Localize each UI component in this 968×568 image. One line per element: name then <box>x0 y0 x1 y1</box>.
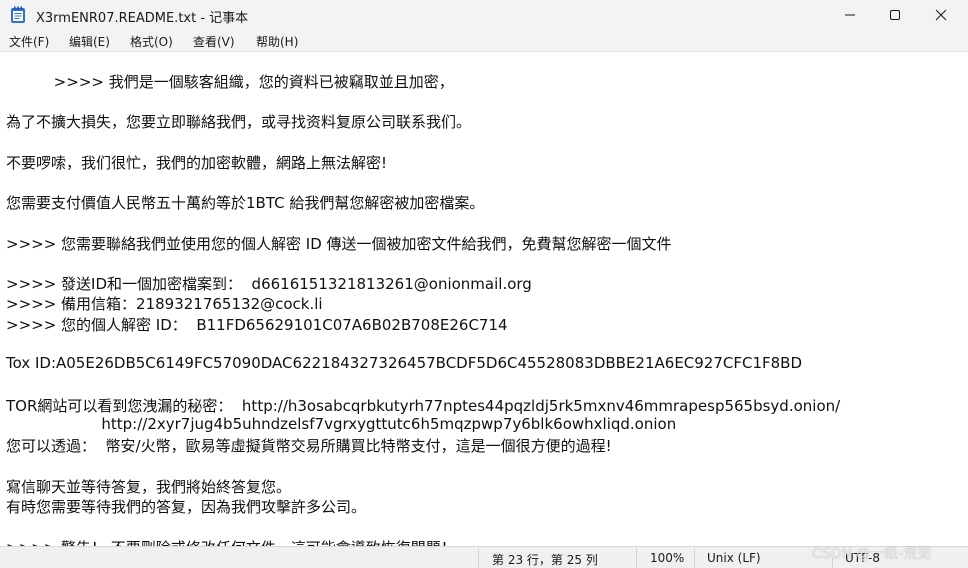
document-line: 有時您需要等待我們的答复，因為我們攻擊許多公司。 <box>6 498 367 516</box>
text-editor[interactable]: >>>> 我們是一個駭客組織，您的資料已被竊取並且加密， 為了不擴大損失，您要立… <box>0 51 968 547</box>
document-line: >>>> 發送ID和一個加密檔案到： d6616151321813261@oni… <box>6 275 532 293</box>
minimize-icon <box>845 14 855 16</box>
menu-edit[interactable]: 编辑(E) <box>66 32 113 51</box>
document-line: >>>> 我們是一個駭客組織，您的資料已被竊取並且加密， <box>6 73 454 91</box>
notepad-window: X3rmENR07.README.txt - 记事本 文件(F) 编辑(E) 格… <box>0 0 968 568</box>
window-title: X3rmENR07.README.txt - 记事本 <box>36 11 249 26</box>
document-line: >>>> 備用信箱：2189321765132@cock.li <box>6 295 323 313</box>
document-line: http://2xyr7jug4b5uhndzelsf7vgrxygttutc6… <box>6 415 677 433</box>
line-ending: Unix (LF) <box>707 551 761 565</box>
title-bar[interactable]: X3rmENR07.README.txt - 记事本 <box>0 0 968 30</box>
document-line: 您需要支付價值人民幣五十萬約等於1BTC 給我們幫您解密被加密檔案。 <box>6 194 485 212</box>
menu-file[interactable]: 文件(F) <box>6 32 52 51</box>
status-separator <box>694 548 695 568</box>
menu-help[interactable]: 帮助(H) <box>253 32 301 51</box>
maximize-button[interactable] <box>872 0 918 30</box>
close-icon <box>935 9 947 21</box>
menu-bar: 文件(F) 编辑(E) 格式(O) 查看(V) 帮助(H) <box>0 30 968 51</box>
maximize-icon <box>890 10 900 20</box>
status-separator <box>478 548 479 568</box>
document-line: 不要啰嗦，我们很忙，我們的加密軟體，網路上無法解密! <box>6 154 388 172</box>
document-line: 寫信聊天並等待答复，我們將始終答复您。 <box>6 478 292 496</box>
menu-view[interactable]: 查看(V) <box>190 32 238 51</box>
document-line: 為了不擴大損失，您要立即聯絡我們，或寻找资料复原公司联系我们。 <box>6 113 472 131</box>
document-line: Tox ID:A05E26DB5C6149FC57090DAC622184327… <box>6 354 803 372</box>
document-line: TOR網站可以看到您洩漏的秘密： http://h3osabcqrbkutyrh… <box>6 397 841 415</box>
document-line: >>>> 您需要聯絡我們並使用您的個人解密 ID 傳送一個被加密文件給我們，免費… <box>6 235 672 253</box>
menu-format[interactable]: 格式(O) <box>127 32 176 51</box>
close-button[interactable] <box>918 0 964 30</box>
status-separator <box>636 548 637 568</box>
minimize-button[interactable] <box>827 0 873 30</box>
document-line: >>>> 您的個人解密 ID： B11FD65629101C07A6B02B70… <box>6 316 508 334</box>
watermark: CSDN @一纸-荒芜 <box>812 546 932 562</box>
notepad-icon <box>11 6 25 23</box>
cursor-position: 第 23 行，第 25 列 <box>492 553 598 567</box>
document-line: 您可以透過： 幣安/火幣，歐易等虛擬貨幣交易所購買比特幣支付，這是一個很方便的過… <box>6 437 612 455</box>
zoom-level: 100% <box>650 551 685 565</box>
